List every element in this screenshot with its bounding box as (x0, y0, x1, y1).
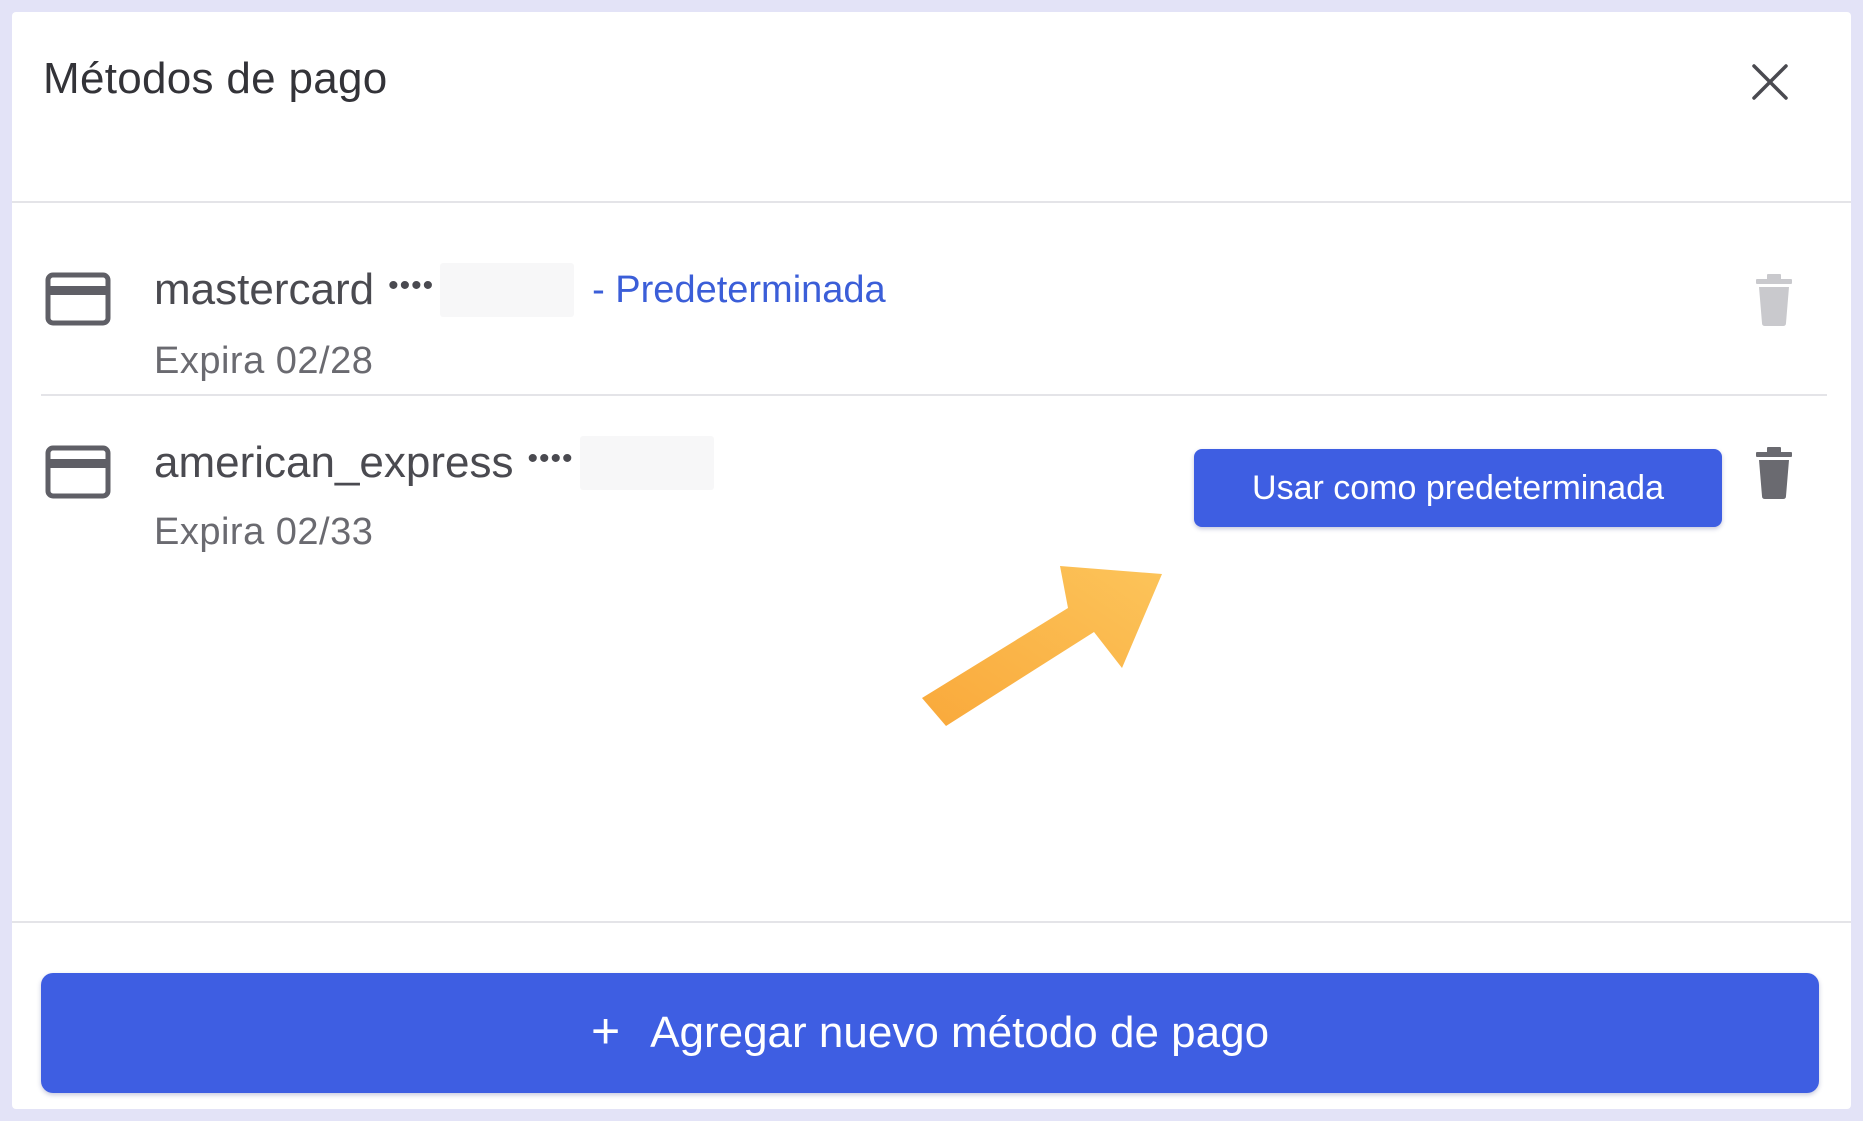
payment-method-row: mastercard •••• - Predeterminada Expira … (41, 203, 1827, 394)
use-as-default-button[interactable]: Usar como predeterminada (1194, 449, 1722, 527)
card-brand: american_express (154, 438, 514, 487)
trash-icon[interactable] (1751, 446, 1797, 500)
card-label: american_express •••• (154, 436, 714, 490)
modal-footer: + Agregar nuevo método de pago (12, 921, 1851, 1109)
default-badge: - Predeterminada (592, 268, 886, 311)
card-masked-number: •••• (527, 442, 574, 475)
payment-method-row: american_express •••• Expira 02/33 Usar … (41, 394, 1827, 587)
redacted-card-digits (579, 436, 714, 490)
trash-icon[interactable] (1751, 273, 1797, 327)
add-payment-method-button[interactable]: + Agregar nuevo método de pago (41, 973, 1819, 1093)
close-icon (1752, 64, 1788, 100)
card-expiry: Expira 02/28 (154, 340, 374, 382)
card-label: mastercard •••• - Predeterminada (154, 263, 886, 317)
modal-title: Métodos de pago (43, 54, 388, 103)
credit-card-icon (45, 272, 111, 326)
plus-icon: + (590, 1003, 621, 1059)
payment-methods-list: mastercard •••• - Predeterminada Expira … (41, 203, 1827, 587)
card-expiry: Expira 02/33 (154, 511, 374, 553)
redacted-card-digits (440, 263, 575, 317)
card-masked-number: •••• (388, 269, 435, 302)
add-payment-method-label: Agregar nuevo método de pago (650, 1008, 1270, 1057)
credit-card-icon (45, 445, 111, 499)
payment-methods-modal: Métodos de pago mastercard •••• - Predet… (12, 12, 1851, 1109)
close-button[interactable] (1740, 52, 1800, 112)
modal-header: Métodos de pago (12, 12, 1851, 203)
card-brand: mastercard (154, 265, 375, 314)
